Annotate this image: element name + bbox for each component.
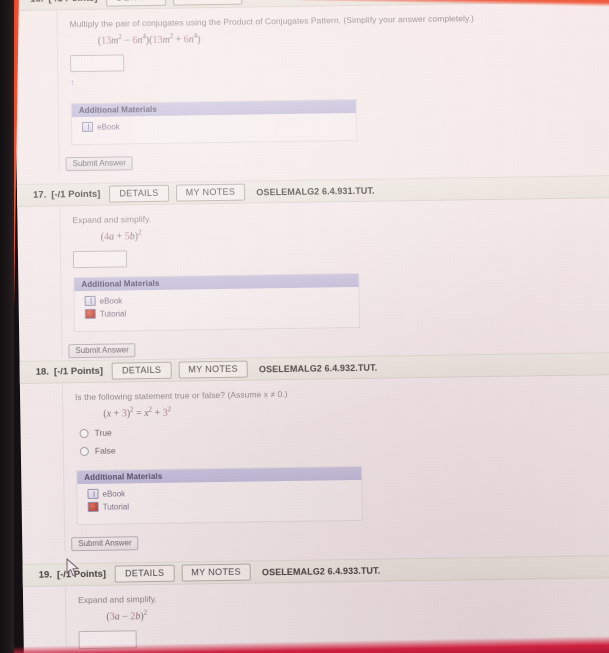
question-body-17: Expand and simplify. (4a + 5b)2 Addition… bbox=[59, 197, 609, 359]
details-button-18[interactable]: DETAILS bbox=[111, 361, 172, 380]
ebook-label-16: eBook bbox=[97, 121, 120, 132]
my-notes-button-19[interactable]: MY NOTES bbox=[181, 563, 252, 582]
details-button-17[interactable]: DETAILS bbox=[109, 184, 169, 203]
additional-materials-18: Additional Materials eBook Tutorial bbox=[76, 465, 363, 526]
question-expression-18: (x + 3)2 = x2 + 32 bbox=[103, 406, 172, 420]
question-body-16: Multiply the pair of conjugates using th… bbox=[56, 1, 609, 172]
answer-input-16[interactable] bbox=[70, 54, 125, 73]
question-number-19: 19. bbox=[38, 569, 53, 581]
question-prompt-16: Multiply the pair of conjugates using th… bbox=[69, 13, 474, 30]
my-notes-button-16[interactable]: MY NOTES bbox=[172, 0, 243, 6]
question-number-17: 17. bbox=[32, 189, 47, 201]
question-expression-16: (13m2 − 6n4)(13m2 + 6n4) bbox=[97, 32, 201, 47]
question-reference-17: OSELEMALG2 6.4.931.TUT. bbox=[256, 185, 375, 197]
photo-of-screen: 16. [-/1 Points] DETAILS MY NOTES OSELEM… bbox=[0, 0, 609, 653]
ebook-label-17: eBook bbox=[99, 295, 123, 306]
tutorial-icon bbox=[87, 501, 99, 512]
question-expression-19: (3a − 2b)2 bbox=[106, 609, 148, 623]
details-button-16[interactable]: DETAILS bbox=[106, 0, 166, 7]
question-points-19: [-/1 Points] bbox=[56, 568, 107, 581]
question-body-18: Is the following statement true or false… bbox=[61, 374, 609, 552]
radio-circle-false[interactable] bbox=[79, 446, 89, 456]
question-block-17: 17. [-/1 Points] DETAILS MY NOTES OSELEM… bbox=[16, 174, 609, 359]
caret-marker-16: ↑ bbox=[70, 78, 75, 88]
radio-label-true: True bbox=[94, 427, 112, 438]
submit-answer-button-16[interactable]: Submit Answer bbox=[65, 156, 134, 172]
additional-materials-17: Additional Materials eBook Tutorial bbox=[73, 272, 361, 333]
details-button-19[interactable]: DETAILS bbox=[114, 564, 175, 583]
my-notes-button-18[interactable]: MY NOTES bbox=[178, 360, 249, 379]
question-prompt-18: Is the following statement true or false… bbox=[75, 388, 288, 403]
radio-option-false[interactable]: False bbox=[64, 438, 609, 457]
question-points-17: [-/1 Points] bbox=[51, 188, 101, 201]
answer-input-17[interactable] bbox=[72, 250, 128, 269]
question-number-16: 16. bbox=[30, 0, 43, 5]
question-block-18: 18. [-/1 Points] DETAILS MY NOTES OSELEM… bbox=[19, 351, 609, 552]
tutorial-link-17[interactable]: Tutorial bbox=[84, 305, 359, 319]
ebook-icon bbox=[84, 295, 96, 306]
submit-answer-button-17[interactable]: Submit Answer bbox=[68, 343, 136, 359]
ebook-icon bbox=[87, 488, 99, 499]
left-bezel bbox=[0, 0, 14, 653]
question-number-18: 18. bbox=[35, 366, 50, 378]
ebook-icon bbox=[81, 121, 94, 133]
additional-materials-list-17: eBook Tutorial bbox=[75, 287, 360, 331]
ebook-link-18[interactable]: eBook bbox=[87, 485, 361, 499]
question-prompt-19: Expand and simplify. bbox=[78, 593, 157, 606]
radio-label-false: False bbox=[94, 445, 116, 456]
additional-materials-list-16: eBook bbox=[72, 113, 356, 144]
my-notes-button-17[interactable]: MY NOTES bbox=[175, 183, 246, 202]
ebook-label-18: eBook bbox=[102, 488, 126, 499]
question-prompt-17: Expand and simplify. bbox=[72, 213, 152, 226]
ebook-link-16[interactable]: eBook bbox=[81, 118, 356, 133]
question-reference-18: OSELEMALG2 6.4.932.TUT. bbox=[258, 362, 378, 374]
additional-materials-list-18: eBook Tutorial bbox=[77, 480, 362, 524]
question-block-19: 19. [-/1 Points] DETAILS MY NOTES OSELEM… bbox=[22, 554, 609, 650]
question-block-16: 16. [-/1 Points] DETAILS MY NOTES OSELEM… bbox=[14, 0, 609, 172]
tutorial-label-17: Tutorial bbox=[99, 308, 127, 319]
question-reference-19: OSELEMALG2 6.4.933.TUT. bbox=[261, 565, 381, 577]
tutorial-label-18: Tutorial bbox=[102, 501, 130, 512]
question-points-18: [-/1 Points] bbox=[53, 365, 104, 378]
ebook-link-17[interactable]: eBook bbox=[84, 292, 359, 306]
tutorial-icon bbox=[84, 308, 96, 319]
radio-circle-true[interactable] bbox=[79, 428, 89, 438]
question-expression-17: (4a + 5b)2 bbox=[100, 229, 142, 243]
tutorial-link-18[interactable]: Tutorial bbox=[87, 498, 362, 512]
additional-materials-16: Additional Materials eBook bbox=[70, 98, 358, 146]
question-points-16: [-/1 Points] bbox=[48, 0, 97, 4]
radio-option-true[interactable]: True bbox=[64, 420, 609, 439]
submit-answer-button-18[interactable]: Submit Answer bbox=[71, 536, 139, 552]
homework-page: 16. [-/1 Points] DETAILS MY NOTES OSELEM… bbox=[14, 0, 609, 653]
